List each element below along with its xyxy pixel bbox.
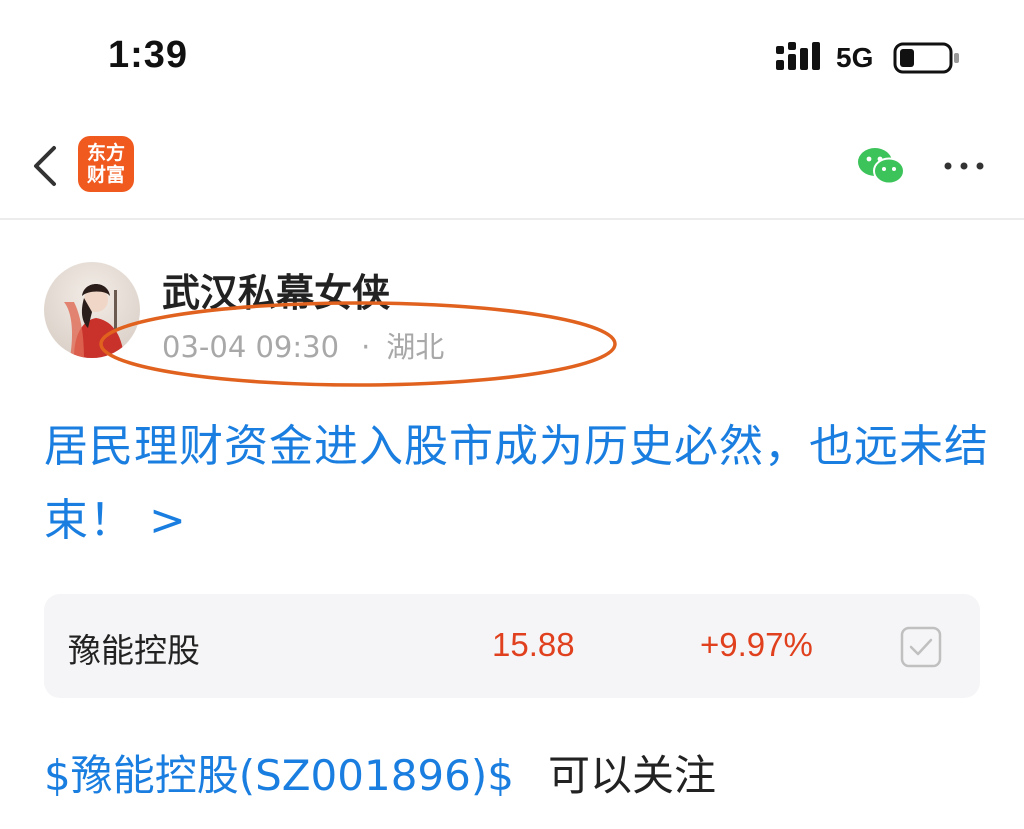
stock-change: +9.97% (700, 626, 813, 663)
avatar[interactable] (44, 262, 140, 358)
add-watchlist-checkbox-icon[interactable] (900, 626, 942, 668)
battery-low-icon (893, 42, 959, 74)
logo-line2: 财富 (86, 164, 125, 186)
chevron-left-icon[interactable] (30, 144, 60, 188)
body-text: 可以关注 (547, 751, 716, 800)
post-meta: 03-04 09:30 · 湖北 (162, 324, 444, 366)
wechat-icon[interactable] (856, 146, 906, 186)
headline-link[interactable]: 居民理财资金进入股市成为历史必然，也远未结束！ > (44, 410, 994, 558)
signal-bars-icon (776, 42, 820, 70)
more-dots-icon[interactable] (942, 154, 986, 178)
post-date: 03-04 09:30 (162, 330, 340, 364)
stock-card[interactable]: 豫能控股 15.88 +9.97% (44, 594, 980, 698)
network-label: 5G (836, 42, 874, 73)
nav-bar: 东方 财富 (0, 110, 1024, 220)
post-location: 湖北 (386, 330, 445, 364)
status-bar: 1:39 5G (0, 0, 1024, 110)
meta-separator: · (361, 330, 371, 364)
stock-price: 15.88 (492, 626, 575, 663)
author-name[interactable]: 武汉私幕女侠 (162, 262, 390, 317)
stock-name: 豫能控股 (68, 631, 200, 670)
stock-tag-link[interactable]: $豫能控股(SZ001896)$ (44, 751, 514, 800)
post-body: $豫能控股(SZ001896)$ 可以关注 (44, 742, 716, 803)
status-time: 1:39 (108, 34, 189, 76)
app-logo[interactable]: 东方 财富 (78, 136, 134, 192)
logo-line1: 东方 (86, 142, 125, 164)
